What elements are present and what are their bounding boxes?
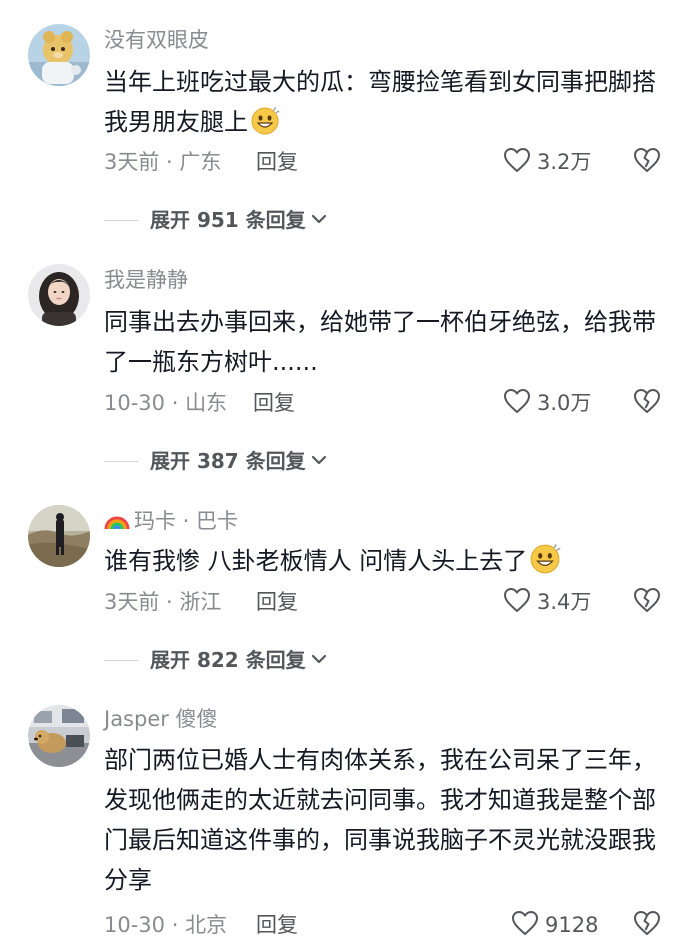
like-count: 9128 bbox=[545, 913, 599, 937]
meta-separator: · bbox=[159, 150, 180, 174]
comment-item: 玛卡 · 巴卡 谁有我惨 八卦老板情人 问情人头上去了 3天前 · 浙江 回复 … bbox=[0, 495, 690, 695]
dislike-button[interactable] bbox=[633, 910, 661, 940]
expand-replies-label: 展开 387 条回复 bbox=[150, 449, 306, 473]
expand-replies-button[interactable]: 展开 822 条回复 bbox=[104, 646, 328, 674]
broken-heart-icon bbox=[633, 148, 661, 177]
username[interactable]: 玛卡 · 巴卡 bbox=[104, 507, 238, 538]
like-button[interactable]: 3.2万 bbox=[503, 147, 591, 177]
divider-line bbox=[104, 219, 138, 221]
expand-replies-label: 展开 822 条回复 bbox=[150, 648, 306, 672]
rainbow-icon bbox=[104, 509, 130, 538]
username[interactable]: 我是静静 bbox=[104, 266, 188, 294]
reply-button[interactable]: 回复 bbox=[256, 148, 298, 176]
grin-emoji-icon bbox=[529, 543, 561, 587]
dislike-button[interactable] bbox=[633, 587, 661, 617]
expand-replies-label: 展开 951 条回复 bbox=[150, 208, 306, 232]
meta-separator: · bbox=[165, 391, 186, 415]
expand-replies-button[interactable]: 展开 387 条回复 bbox=[104, 447, 328, 475]
heart-outline-icon bbox=[503, 388, 531, 418]
reply-button[interactable]: 回复 bbox=[256, 588, 298, 616]
like-button[interactable]: 9128 bbox=[511, 910, 598, 940]
reply-button[interactable]: 回复 bbox=[253, 389, 295, 417]
like-button[interactable]: 3.4万 bbox=[503, 587, 591, 617]
comment-location: 北京 bbox=[185, 913, 228, 937]
like-button[interactable]: 3.0万 bbox=[503, 388, 591, 418]
divider-line bbox=[104, 659, 138, 661]
chevron-down-icon bbox=[310, 452, 328, 471]
expand-replies-button[interactable]: 展开 951 条回复 bbox=[104, 206, 328, 234]
comment-item: 我是静静 同事出去办事回来，给她带了一杯伯牙绝弦，给我带了一瓶东方树叶.....… bbox=[0, 250, 690, 495]
avatar[interactable] bbox=[28, 264, 90, 326]
reply-button[interactable]: 回复 bbox=[256, 911, 298, 939]
username-text: 玛卡 · 巴卡 bbox=[134, 509, 239, 533]
comment-text: 同事出去办事回来，给她带了一杯伯牙绝弦，给我带了一瓶东方树叶...... bbox=[104, 308, 656, 376]
comment-meta: 10-30 · 山东 bbox=[104, 389, 227, 417]
comment-text: 当年上班吃过最大的瓜：弯腰捡笔看到女同事把脚搭我男朋友腿上 bbox=[104, 62, 664, 148]
chevron-down-icon bbox=[310, 211, 328, 230]
username[interactable]: Jasper 傻傻 bbox=[104, 705, 218, 733]
comment-meta: 3天前 · 浙江 bbox=[104, 588, 221, 616]
heart-outline-icon bbox=[511, 910, 539, 940]
like-count: 3.4万 bbox=[537, 590, 592, 614]
comment-date: 10-30 bbox=[104, 913, 166, 937]
meta-separator: · bbox=[165, 913, 186, 937]
dislike-button[interactable] bbox=[633, 388, 661, 418]
heart-outline-icon bbox=[503, 587, 531, 617]
divider-line bbox=[104, 460, 138, 462]
avatar[interactable] bbox=[28, 705, 90, 767]
avatar[interactable] bbox=[28, 505, 90, 567]
comment-item: Jasper 傻傻 部门两位已婚人士有肉体关系，我在公司呆了三年，发现他俩走的太… bbox=[0, 695, 690, 949]
broken-heart-icon bbox=[633, 588, 661, 617]
comment-meta: 10-30 · 北京 bbox=[104, 911, 227, 939]
comment-text-content: 当年上班吃过最大的瓜：弯腰捡笔看到女同事把脚搭我男朋友腿上 bbox=[104, 68, 656, 136]
comment-text-content: 谁有我惨 八卦老板情人 问情人头上去了 bbox=[104, 547, 528, 575]
comment-location: 浙江 bbox=[179, 590, 222, 614]
comment-date: 3天前 bbox=[104, 590, 160, 614]
comment-location: 广东 bbox=[179, 150, 222, 174]
broken-heart-icon bbox=[633, 911, 661, 940]
like-count: 3.0万 bbox=[537, 391, 592, 415]
like-count: 3.2万 bbox=[537, 150, 592, 174]
comment-meta: 3天前 · 广东 bbox=[104, 148, 221, 176]
comment-date: 10-30 bbox=[104, 391, 166, 415]
comment-item: 没有双眼皮 当年上班吃过最大的瓜：弯腰捡笔看到女同事把脚搭我男朋友腿上 3天前 … bbox=[0, 0, 690, 250]
comment-date: 3天前 bbox=[104, 150, 160, 174]
dislike-button[interactable] bbox=[633, 147, 661, 177]
comment-text: 部门两位已婚人士有肉体关系，我在公司呆了三年，发现他俩走的太近就去问同事。我才知… bbox=[104, 746, 656, 894]
chevron-down-icon bbox=[310, 651, 328, 670]
comment-text: 谁有我惨 八卦老板情人 问情人头上去了 bbox=[104, 541, 664, 587]
avatar[interactable] bbox=[28, 24, 90, 86]
broken-heart-icon bbox=[633, 389, 661, 418]
grin-emoji-icon bbox=[250, 106, 280, 148]
comment-location: 山东 bbox=[185, 391, 228, 415]
heart-outline-icon bbox=[503, 147, 531, 177]
username[interactable]: 没有双眼皮 bbox=[104, 26, 209, 54]
meta-separator: · bbox=[159, 590, 180, 614]
